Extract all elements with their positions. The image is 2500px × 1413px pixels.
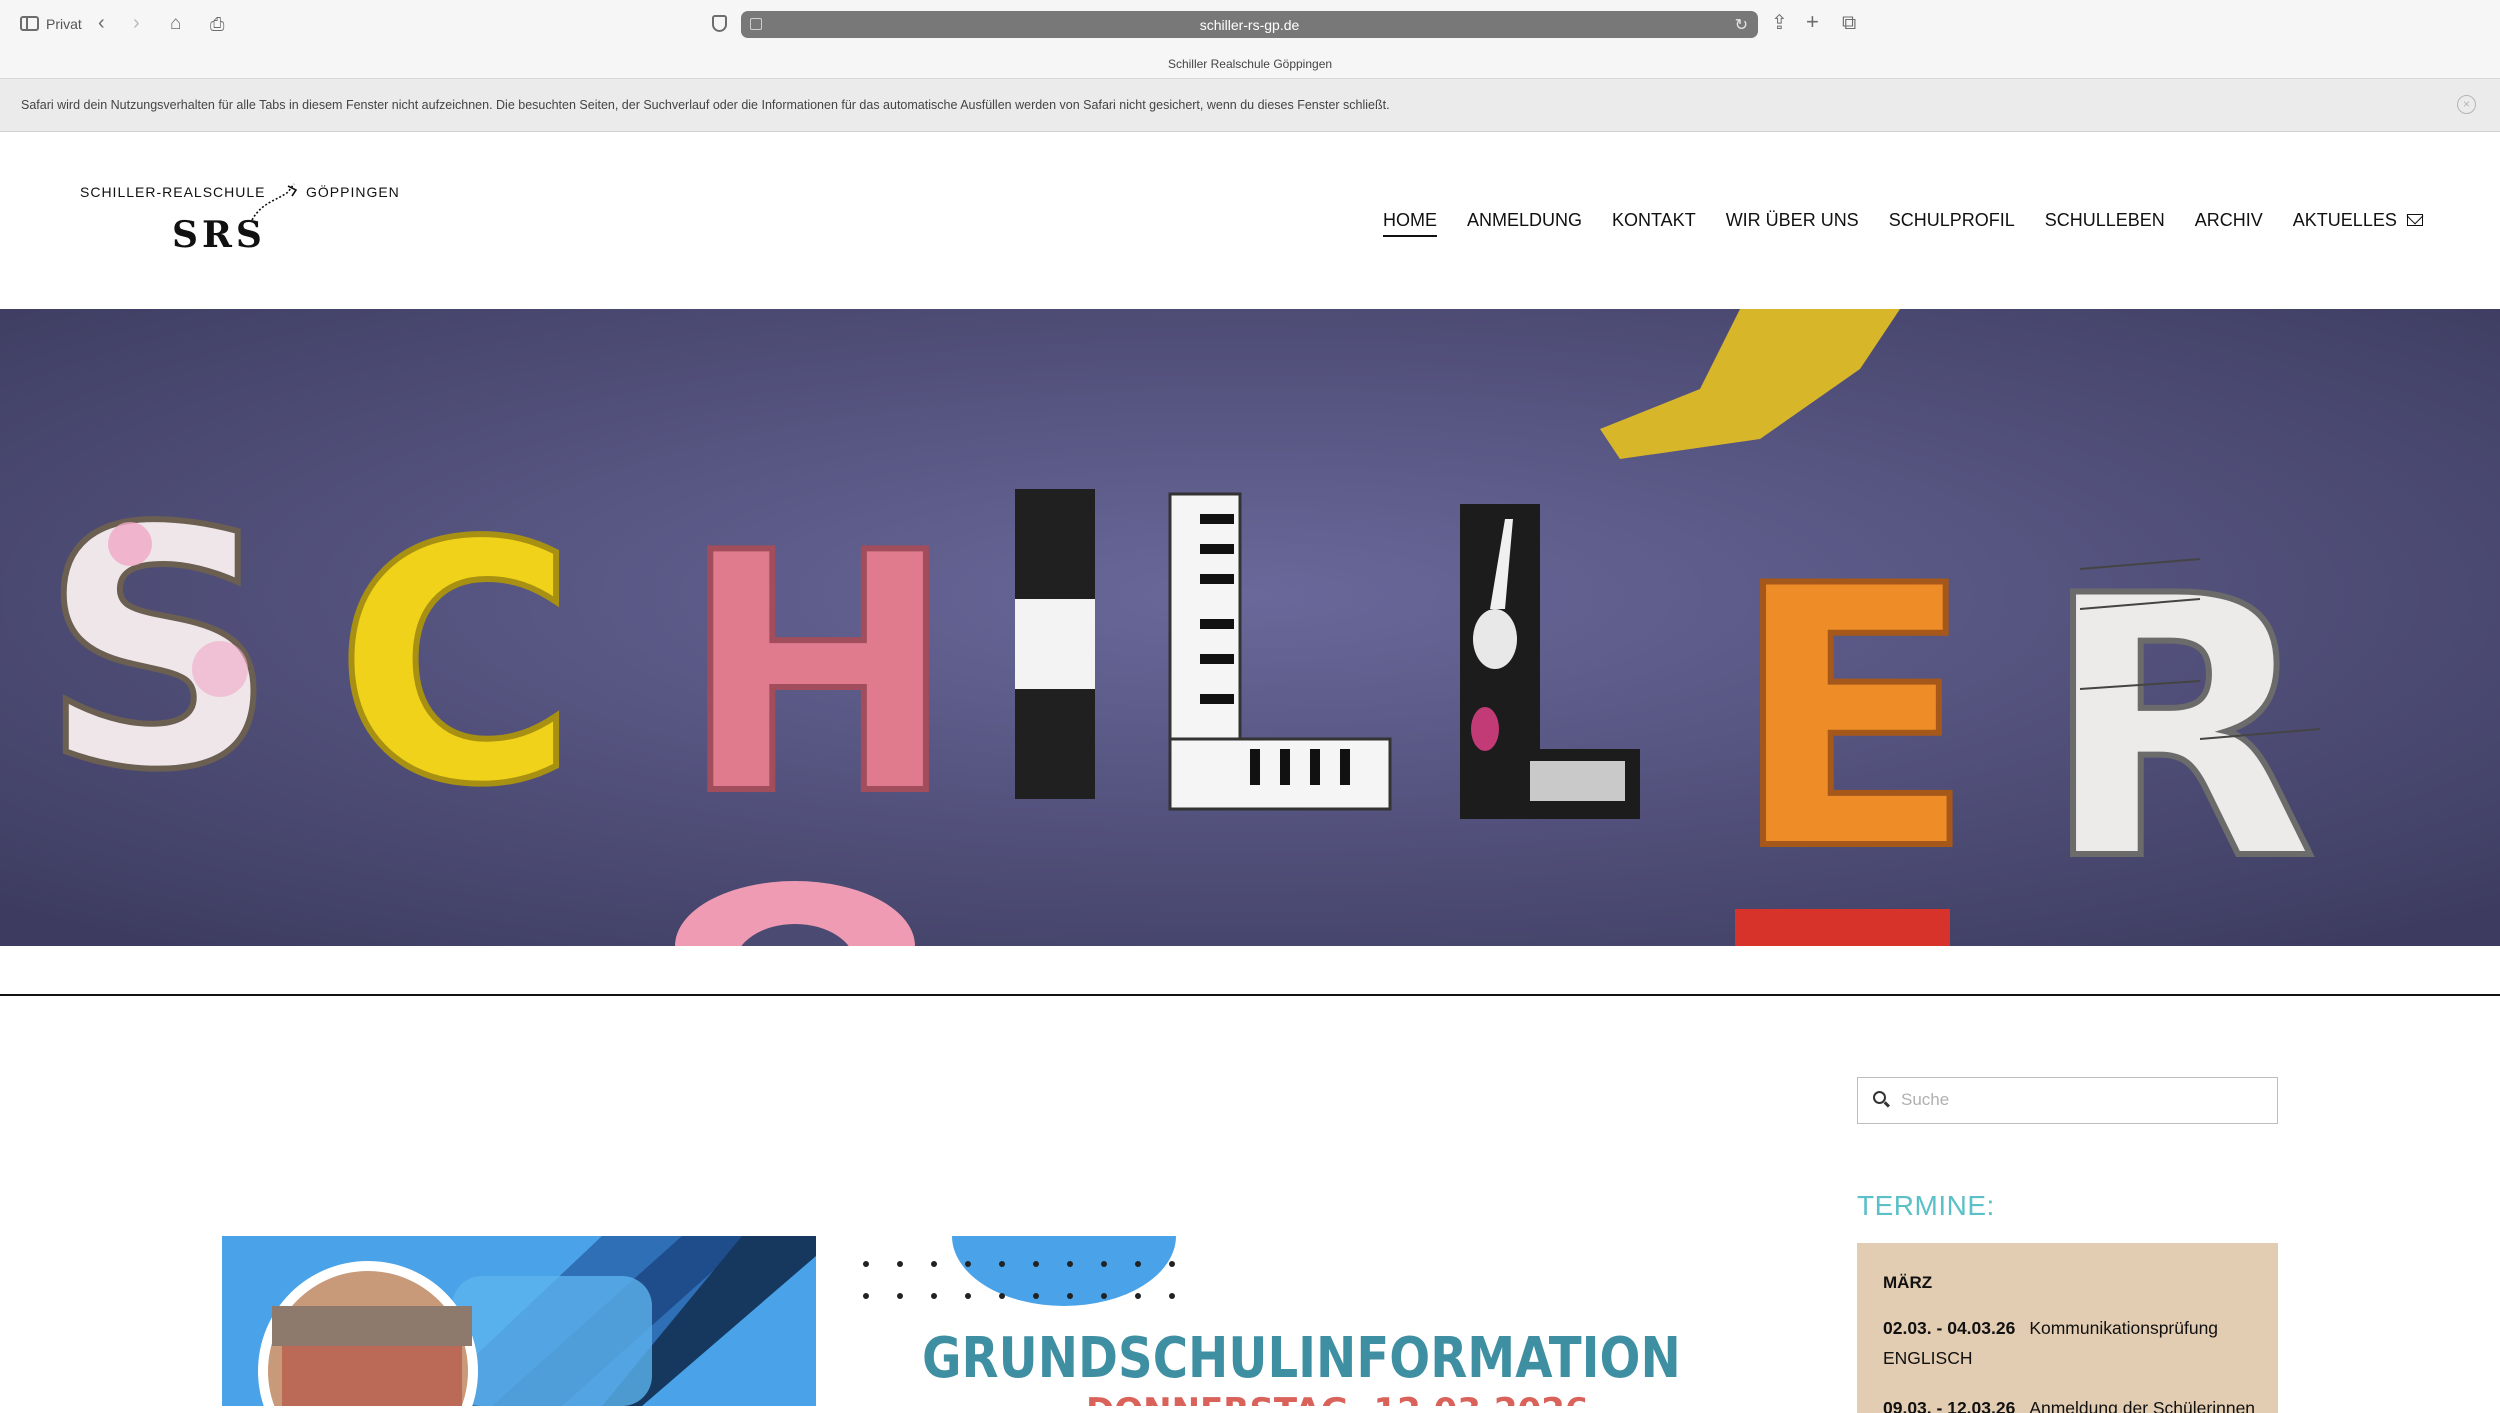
nav-archiv[interactable]: ARCHIV	[2180, 210, 2278, 240]
new-tab-icon[interactable]: +	[1806, 11, 1819, 33]
nav-anmeldung[interactable]: ANMELDUNG	[1452, 210, 1597, 240]
address-bar[interactable]: schiller-rs-gp.de ↻	[741, 11, 1758, 38]
poster-title: GRUNDSCHULINFORMATIONSTAG	[922, 1326, 1682, 1391]
forward-icon[interactable]: ›	[133, 13, 140, 33]
hero-letter-e: E	[1730, 510, 1976, 929]
private-mode-label: Privat	[46, 16, 82, 32]
termine-heading: TERMINE:	[1857, 1190, 1995, 1221]
hero-letter-s: S	[40, 458, 278, 842]
share-icon[interactable]: ⇪	[1771, 13, 1788, 33]
tab-title[interactable]: Schiller Realschule Göppingen	[0, 57, 2500, 71]
private-notice-text: Safari wird dein Nutzungsverhalten für a…	[21, 98, 1390, 112]
home-icon[interactable]: ⌂	[170, 14, 181, 34]
mail-icon[interactable]	[2407, 214, 2423, 226]
print-icon[interactable]: ⎙	[210, 14, 224, 34]
privacy-shield-icon[interactable]	[712, 15, 727, 32]
nav-schulleben[interactable]: SCHULLEBEN	[2030, 210, 2180, 240]
hero-letters-illustration: S C H E R	[0, 309, 2500, 946]
sidebar-toggle-icon[interactable]	[20, 16, 39, 31]
event-poster[interactable]: GRUNDSCHULINFORMATIONSTAG DONNERSTAG, 12…	[222, 1236, 1682, 1406]
search-input[interactable]	[1901, 1087, 2261, 1113]
tab-overview-icon[interactable]: ⧉	[1842, 13, 1856, 33]
nav-kontakt[interactable]: KONTAKT	[1597, 210, 1711, 240]
nav-wir-ueber-uns[interactable]: WIR ÜBER UNS	[1711, 210, 1874, 240]
search-icon[interactable]	[1873, 1091, 1886, 1104]
termine-list: MÄRZ 02.03. - 04.03.26 Kommunikationsprüf…	[1857, 1243, 2278, 1413]
hero-letter-h: H	[680, 483, 956, 867]
termine-event: 02.03. - 04.03.26 Kommunikationsprüfung E…	[1883, 1313, 2263, 1373]
main-nav: HOME ANMELDUNG KONTAKT WIR ÜBER UNS SCHU…	[1368, 210, 2412, 240]
logo-monogram: SRS	[172, 214, 266, 256]
section-divider	[0, 994, 2500, 996]
back-icon[interactable]: ‹	[98, 13, 105, 33]
hero-letter-r: R	[2040, 520, 2317, 939]
hero-letter-c: C	[335, 473, 577, 857]
reload-icon[interactable]: ↻	[1735, 15, 1748, 35]
event-date: 02.03. - 04.03.26	[1883, 1318, 2016, 1338]
termine-month: MÄRZ	[1883, 1273, 1933, 1292]
logo-school-name: SCHILLER-REALSCHULE	[80, 184, 266, 200]
nav-schulprofil[interactable]: SCHULPROFIL	[1874, 210, 2030, 240]
site-logo[interactable]: SCHILLER-REALSCHULE GÖPPINGEN SRS	[80, 178, 400, 268]
browser-toolbar: Privat ‹ › ⌂ ⎙ schiller-rs-gp.de ↻ ⇪ + ⧉	[0, 0, 2500, 50]
nav-home[interactable]: HOME	[1368, 210, 1452, 240]
hero-image: S C H E R	[0, 309, 2500, 946]
notice-close-icon[interactable]: ×	[2457, 95, 2476, 114]
url-text: schiller-rs-gp.de	[1199, 17, 1300, 33]
search-box	[1857, 1077, 2278, 1124]
logo-city: GÖPPINGEN	[306, 184, 400, 200]
tab-bar: Schiller Realschule Göppingen	[0, 50, 2500, 79]
private-browsing-notice: Safari wird dein Nutzungsverhalten für a…	[0, 79, 2500, 132]
nav-aktuelles[interactable]: AKTUELLES	[2278, 210, 2412, 240]
termine-event: 09.03. - 12.03.26 Anmeldung der Schülerin…	[1883, 1393, 2263, 1413]
poster-subtitle: DONNERSTAG, 12.03.2026	[1086, 1391, 1589, 1406]
